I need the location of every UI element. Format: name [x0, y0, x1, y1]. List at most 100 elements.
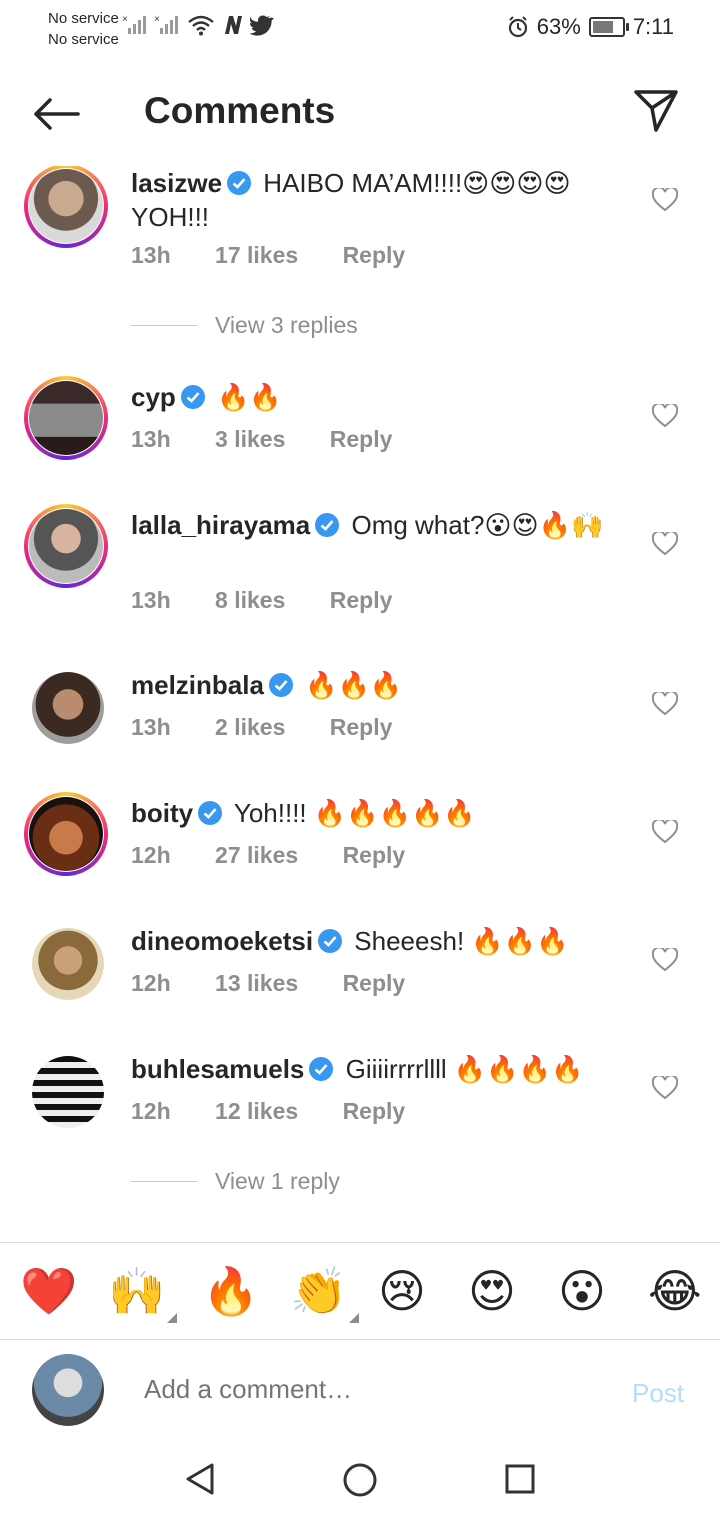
reply-button[interactable]: Reply [343, 1098, 406, 1124]
comment-time: 13h [131, 242, 171, 268]
heart-icon[interactable] [652, 820, 678, 844]
verified-badge-icon [268, 673, 293, 697]
comment-text-block: buhlesamuels Giiiirrrrllll 🔥🔥🔥🔥 [131, 1052, 621, 1086]
carrier-info: No service No service [48, 8, 119, 50]
reply-button[interactable]: Reply [330, 714, 393, 740]
emoji-heart[interactable]: ❤️ [20, 1265, 77, 1317]
nav-home-icon[interactable] [342, 1462, 378, 1498]
comment-text: Giiiirrrrllll 🔥🔥🔥🔥 [345, 1054, 584, 1084]
reply-button[interactable]: Reply [330, 426, 393, 452]
battery-icon [588, 17, 629, 37]
avatar[interactable] [24, 792, 108, 876]
emoji-heart-eyes[interactable]: 😍 [468, 1265, 516, 1317]
username[interactable]: lalla_hirayama [131, 510, 310, 540]
username[interactable]: buhlesamuels [131, 1054, 304, 1084]
like-count[interactable]: 13 likes [215, 970, 298, 996]
heart-icon[interactable] [652, 532, 678, 556]
comment-input[interactable] [144, 1374, 564, 1405]
username[interactable]: lasizwe [131, 168, 222, 198]
signal-icon: × [122, 14, 146, 34]
alarm-icon [508, 16, 527, 38]
comment-meta: 12h 13 likes Reply [131, 970, 443, 997]
emoji-laughing[interactable]: 😂 [648, 1265, 702, 1317]
comment-text: 🔥🔥 [217, 382, 282, 412]
carrier-2: No service [48, 31, 119, 48]
emoji-crying[interactable]: 😢 [378, 1265, 426, 1317]
nav-back-icon[interactable] [184, 1462, 216, 1496]
heart-icon[interactable] [652, 404, 678, 428]
view-replies-label[interactable]: View 1 reply [215, 1168, 340, 1195]
like-count[interactable]: 3 likes [215, 426, 285, 452]
comment-meta: 12h 12 likes Reply [131, 1098, 443, 1125]
page-title: Comments [144, 90, 336, 131]
like-count[interactable]: 2 likes [215, 714, 285, 740]
header: Comments [0, 56, 720, 166]
comment-text-block: lalla_hirayama Omg what?😮😍🔥🙌 [131, 508, 621, 542]
comment-time: 13h [131, 426, 171, 452]
heart-icon[interactable] [652, 1076, 678, 1100]
svg-text:×: × [122, 14, 128, 25]
verified-badge-icon [198, 801, 223, 825]
emoji-clap[interactable]: 👏 [290, 1265, 360, 1323]
send-icon[interactable] [632, 86, 680, 134]
heart-icon[interactable] [652, 948, 678, 972]
avatar[interactable] [32, 1056, 104, 1128]
comments-list[interactable]: lasizwe HAIBO MA’AM!!!!😍😍😍😍 YOH!!! 13h 1… [0, 166, 720, 1242]
username[interactable]: boity [131, 798, 193, 828]
comment-text-block: lasizwe HAIBO MA’AM!!!!😍😍😍😍 YOH!!! [131, 166, 621, 234]
view-replies-label[interactable]: View 3 replies [215, 312, 358, 339]
post-button[interactable]: Post [632, 1378, 684, 1409]
like-count[interactable]: 12 likes [215, 1098, 298, 1124]
verified-badge-icon [309, 1057, 334, 1081]
like-count[interactable]: 27 likes [215, 842, 298, 868]
reply-button[interactable]: Reply [343, 242, 406, 268]
view-replies-button[interactable]: View 1 reply [131, 1168, 340, 1195]
wifi-icon [188, 15, 214, 36]
battery-percent: 63% [536, 14, 581, 39]
username[interactable]: dineomoeketsi [131, 926, 313, 956]
my-avatar [32, 1354, 104, 1426]
reply-button[interactable]: Reply [343, 970, 406, 996]
view-replies-button[interactable]: View 3 replies [131, 312, 358, 339]
emoji-raised-hands-glyph: 🙌 [108, 1265, 166, 1317]
comment-meta: 13h 17 likes Reply [131, 242, 443, 269]
comment-meta: 13h 2 likes Reply [131, 714, 430, 741]
like-count[interactable]: 17 likes [215, 242, 298, 268]
emoji-fire[interactable]: 🔥 [202, 1265, 259, 1317]
n-app-icon [225, 16, 242, 34]
comment-time: 13h [131, 587, 171, 613]
heart-icon[interactable] [652, 692, 678, 716]
status-icons: × × [122, 14, 274, 36]
comment-time: 12h [131, 970, 171, 996]
username[interactable]: melzinbala [131, 670, 264, 700]
avatar[interactable] [24, 504, 108, 588]
twitter-icon [250, 15, 274, 36]
comment-text: Omg what?😮😍🔥🙌 [351, 510, 604, 540]
emoji-raised-hands[interactable]: 🙌 [108, 1265, 178, 1323]
username[interactable]: cyp [131, 382, 176, 412]
skin-tone-indicator [349, 1313, 360, 1323]
status-bar: No service No service × × 63% 7:11 [0, 0, 720, 56]
emoji-surprised[interactable]: 😮 [558, 1265, 606, 1317]
comment-composer: Post [0, 1340, 720, 1440]
back-arrow-icon[interactable] [30, 96, 82, 132]
comment-meta: 13h 8 likes Reply [131, 587, 430, 614]
comment-text-block: melzinbala 🔥🔥🔥 [131, 668, 621, 702]
signal-icon: × [154, 14, 178, 34]
comment-time: 12h [131, 842, 171, 868]
divider [131, 325, 197, 326]
heart-icon[interactable] [652, 188, 678, 212]
comment-text: Sheeesh! 🔥🔥🔥 [354, 926, 569, 956]
like-count[interactable]: 8 likes [215, 587, 285, 613]
reply-button[interactable]: Reply [330, 587, 393, 613]
verified-badge-icon [180, 385, 205, 409]
nav-recents-icon[interactable] [505, 1464, 535, 1494]
avatar[interactable] [24, 376, 108, 460]
comment-time: 12h [131, 1098, 171, 1124]
reply-button[interactable]: Reply [343, 842, 406, 868]
avatar[interactable] [24, 166, 108, 248]
comment-meta: 13h 3 likes Reply [131, 426, 430, 453]
avatar[interactable] [32, 672, 104, 744]
divider [131, 1181, 197, 1182]
avatar[interactable] [32, 928, 104, 1000]
